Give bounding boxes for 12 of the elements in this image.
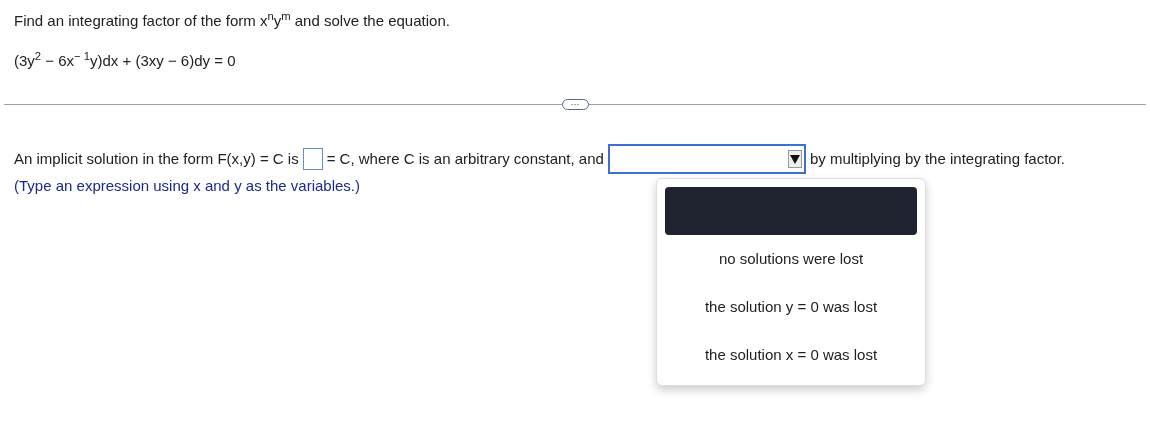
dropdown-option[interactable]: no solutions were lost [665, 235, 917, 283]
answer-text: by multiplying by the integrating factor. [809, 148, 1066, 169]
equation: (3y$^{2}$ − 6x$^{− 1}$y)dx + (3xy − 6)dy = 0 [14, 51, 237, 71]
dropdown-option[interactable]: the solution x = 0 was lost [665, 331, 917, 379]
answer-text: An implicit solution in the form F(x,y) = C is [14, 148, 299, 169]
answer-text: = C, where C is an arbitrary constant, and [326, 148, 604, 169]
dropdown-option[interactable]: the solution y = 0 was lost [665, 283, 917, 331]
caret-icon [787, 150, 802, 168]
question-prompt: Find an integrating factor of the form x$^{n}$y$^{m}$ and solve the equation. [14, 11, 451, 31]
solution-dropdown[interactable] [607, 144, 806, 174]
answer-input[interactable] [302, 148, 323, 170]
hint-text: (Type an expression using x and y as the variables.) [14, 176, 362, 196]
